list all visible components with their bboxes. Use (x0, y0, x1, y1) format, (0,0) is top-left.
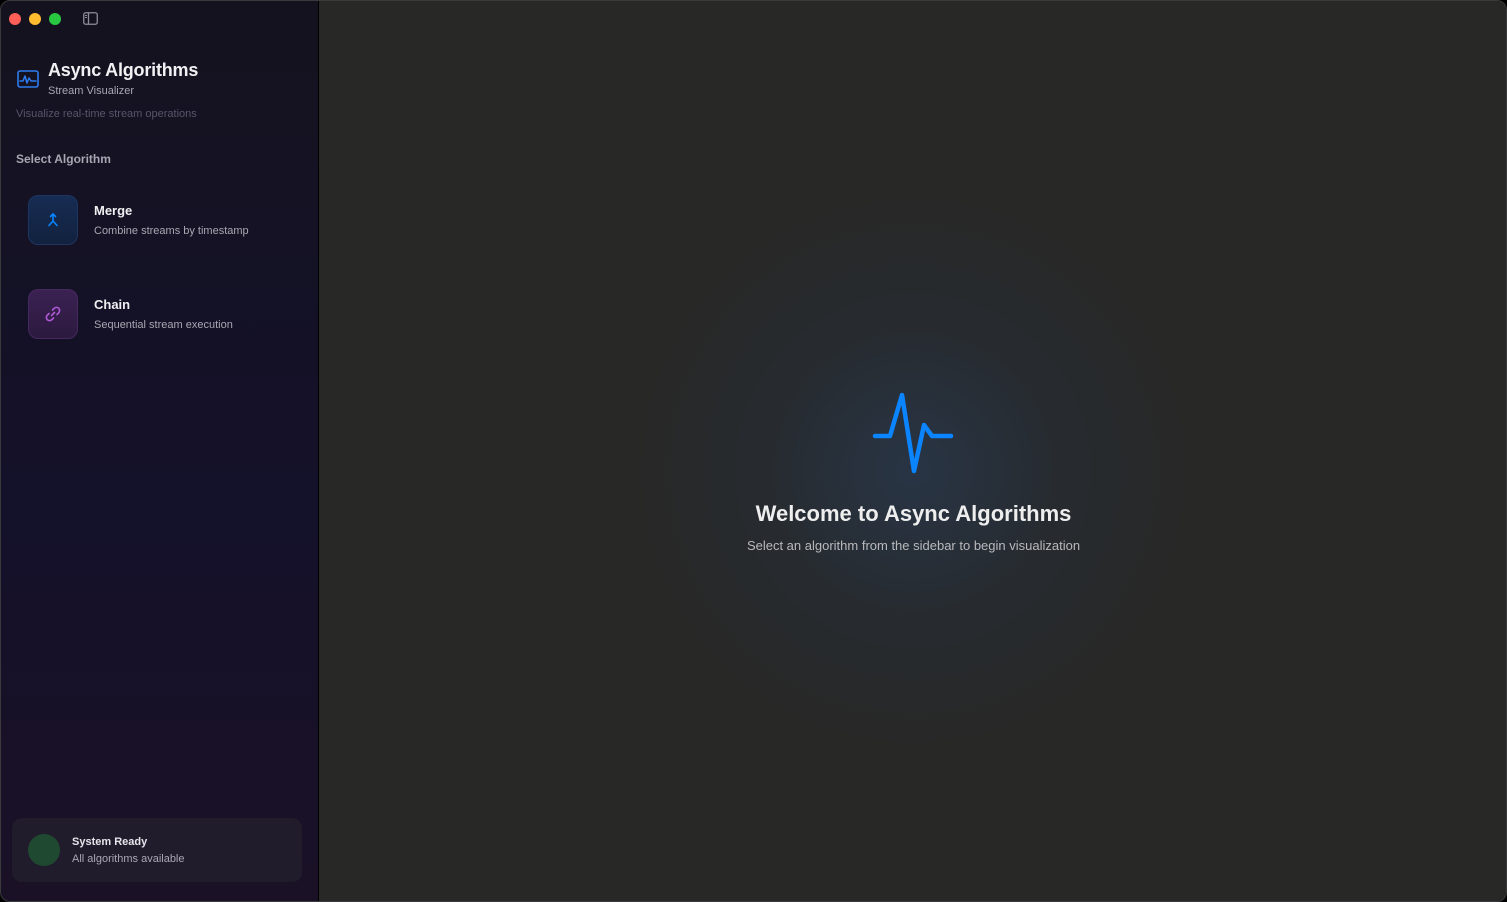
window-controls (9, 13, 61, 25)
status-indicator (28, 834, 60, 866)
sidebar: Async Algorithms Stream Visualizer Visua… (1, 1, 319, 901)
waveform-pulse-icon (872, 392, 954, 474)
status-title: System Ready (72, 836, 148, 848)
merge-arrow-icon (48, 213, 58, 227)
welcome-title: Welcome to Async Algorithms (755, 501, 1072, 526)
welcome-subtitle: Select an algorithm from the sidebar to … (746, 538, 1081, 553)
chain-icon-tile (28, 289, 78, 339)
section-label: Select Algorithm (16, 152, 111, 166)
app-tagline: Visualize real-time stream operations (16, 108, 197, 120)
algorithm-item-chain[interactable]: Chain Sequential stream execution (16, 279, 306, 349)
status-card: System Ready All algorithms available (12, 818, 302, 882)
close-window-button[interactable] (9, 13, 21, 25)
algorithm-item-merge[interactable]: Merge Combine streams by timestamp (16, 185, 306, 255)
algorithm-name: Chain (94, 297, 131, 312)
algorithm-description: Combine streams by timestamp (94, 225, 249, 237)
status-subtitle: All algorithms available (72, 853, 185, 865)
sidebar-toggle-icon[interactable] (83, 12, 98, 25)
waveform-monitor-icon (17, 70, 39, 88)
app-title: Async Algorithms (48, 60, 199, 80)
minimize-window-button[interactable] (29, 13, 41, 25)
algorithm-name: Merge (94, 203, 133, 218)
main-content: Welcome to Async Algorithms Select an al… (319, 1, 1506, 901)
link-icon (45, 306, 61, 322)
merge-icon-tile (28, 195, 78, 245)
app-subtitle: Stream Visualizer (48, 85, 134, 97)
zoom-window-button[interactable] (49, 13, 61, 25)
algorithm-description: Sequential stream execution (94, 319, 233, 331)
app-window: Async Algorithms Stream Visualizer Visua… (0, 0, 1507, 902)
